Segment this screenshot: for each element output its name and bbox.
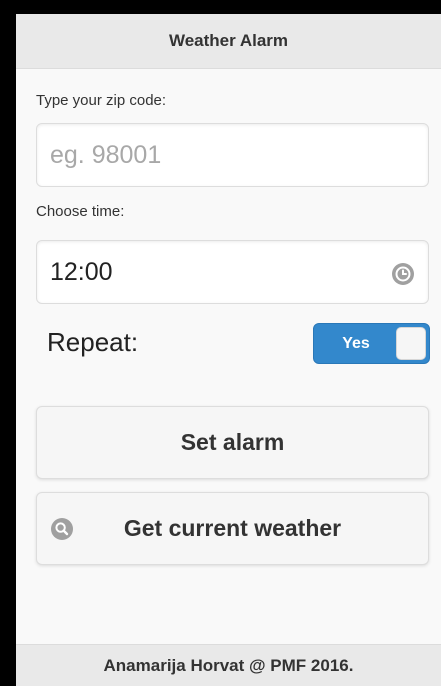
time-label: Choose time: (36, 203, 125, 220)
zip-field-wrapper (36, 123, 429, 187)
footer-bar: Anamarija Horvat @ PMF 2016. (16, 644, 441, 686)
page-title: Weather Alarm (168, 31, 289, 50)
repeat-label: Repeat: (47, 327, 139, 357)
set-alarm-label: Set alarm (180, 429, 285, 455)
set-alarm-button[interactable]: Set alarm (36, 406, 429, 479)
get-weather-button[interactable]: Get current weather (36, 492, 429, 565)
get-weather-label: Get current weather (123, 515, 342, 541)
header-bar: Weather Alarm (16, 14, 441, 69)
time-field-wrapper (36, 240, 429, 304)
zip-label: Type your zip code: (36, 92, 167, 109)
app-frame: Weather Alarm Type your zip code: Choose… (16, 14, 441, 686)
toggle-state-label: Yes (342, 334, 370, 352)
clock-icon[interactable] (392, 263, 414, 285)
zip-input[interactable] (37, 124, 428, 186)
footer-text: Anamarija Horvat @ PMF 2016. (103, 655, 354, 675)
repeat-toggle[interactable]: Yes (313, 323, 430, 364)
toggle-knob[interactable] (396, 327, 426, 360)
time-input[interactable] (37, 241, 428, 303)
search-icon (51, 518, 73, 540)
